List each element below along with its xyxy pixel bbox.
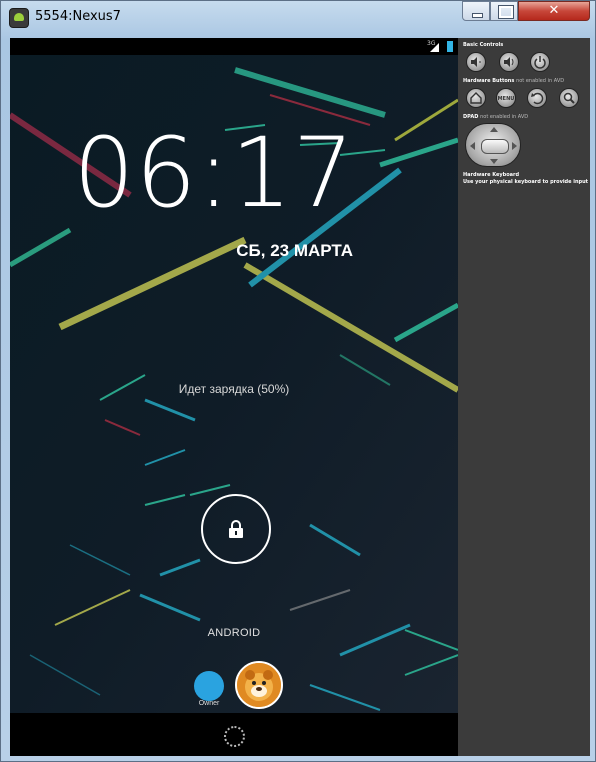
hardware-keyboard-label: Hardware Keyboard [463, 172, 520, 178]
title-bar[interactable]: 5554:Nexus7 ✕ [1, 1, 595, 37]
dpad-left-icon[interactable] [470, 142, 475, 150]
basic-controls-label: Basic Controls [463, 42, 504, 48]
hardware-keyboard-note: Use your physical keyboard to provide in… [463, 179, 589, 185]
power-icon [534, 56, 546, 69]
search-button[interactable] [559, 88, 579, 108]
maximize-button[interactable] [490, 1, 518, 21]
user-avatar-owner[interactable] [194, 671, 224, 701]
unlock-handle[interactable] [201, 494, 271, 564]
volume-down-button[interactable] [466, 52, 486, 72]
dpad-center-button[interactable] [481, 139, 509, 154]
hardware-buttons-label: Hardware Buttons not enabled in AVD [463, 78, 565, 84]
menu-button[interactable]: MENU [496, 88, 516, 108]
dpad-label: DPAD not enabled in AVD [463, 114, 529, 120]
dpad-down-icon[interactable] [490, 159, 498, 164]
volume-up-button[interactable] [499, 52, 519, 72]
status-bar: 3G [10, 38, 458, 55]
close-button[interactable]: ✕ [518, 1, 590, 21]
user-name-owner: Owner [198, 700, 220, 707]
owner-info-text: ANDROID [207, 627, 261, 639]
search-icon [563, 92, 575, 104]
device-screen[interactable]: 3G 06:17 СБ, 23 МАРТА Идет зарядка (50%)… [10, 38, 458, 756]
minimize-button[interactable] [462, 1, 490, 21]
back-icon [531, 92, 544, 105]
lockscreen-clock: 06:17 [73, 117, 355, 229]
navigation-bar [10, 713, 458, 756]
emulator-controls-panel: Basic Controls Hardware Buttons not enab… [458, 38, 590, 756]
close-icon: ✕ [548, 3, 560, 18]
back-button[interactable] [527, 88, 547, 108]
lockscreen-date: СБ, 23 МАРТА [236, 241, 353, 260]
android-emulator-icon [9, 8, 29, 28]
loading-spinner-icon [224, 726, 245, 747]
bear-avatar-icon [237, 663, 281, 707]
dpad-right-icon[interactable] [512, 142, 517, 150]
dpad-up-icon[interactable] [490, 127, 498, 132]
volume-up-icon [504, 57, 514, 67]
power-button[interactable] [530, 52, 550, 72]
window-title: 5554:Nexus7 [35, 9, 121, 24]
dpad-control[interactable] [465, 123, 521, 167]
charging-status: Идет зарядка (50%) [178, 382, 290, 396]
home-button[interactable] [466, 88, 486, 108]
menu-button-label: MENU [497, 96, 515, 102]
emulator-window: 5554:Nexus7 ✕ 3G 06:17 СБ, 23 МАРТА Идет… [0, 0, 596, 762]
signal-icon [430, 43, 439, 52]
lock-icon [229, 520, 243, 538]
home-icon [470, 92, 482, 104]
user-avatar-secondary[interactable] [235, 661, 283, 709]
battery-icon [447, 41, 453, 52]
volume-down-icon [471, 57, 481, 67]
